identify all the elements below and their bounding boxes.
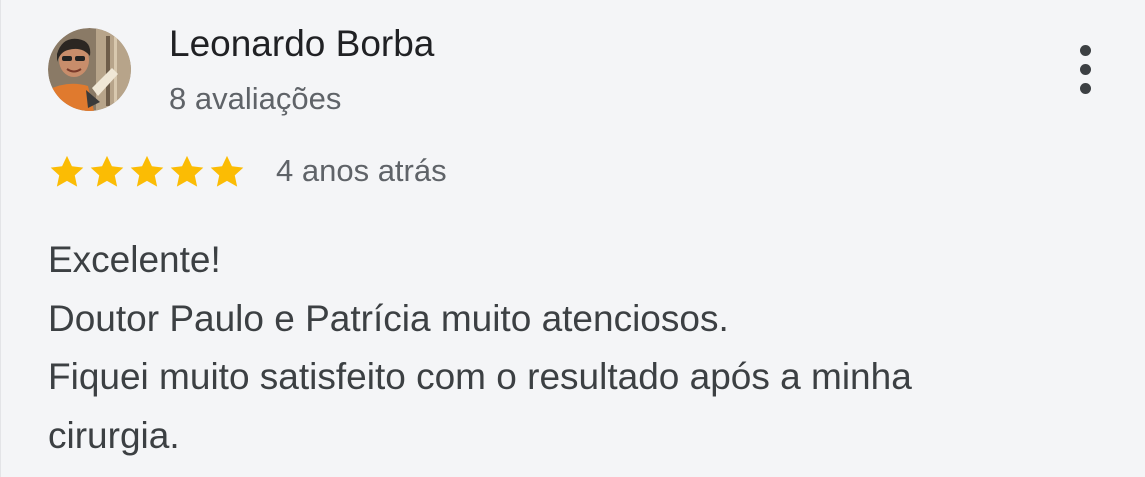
star-rating: [48, 152, 246, 192]
star-icon: [168, 153, 206, 191]
review-text-line: Excelente!: [48, 239, 221, 280]
avatar[interactable]: [48, 28, 131, 111]
review-count: 8 avaliações: [169, 81, 342, 116]
star-icon: [128, 153, 166, 191]
star-icon: [88, 153, 126, 191]
review-text-line: Fiquei muito satisfeito com o resultado …: [48, 356, 912, 397]
review-text-line: Doutor Paulo e Patrícia muito atenciosos…: [48, 297, 729, 339]
author-name[interactable]: Leonardo Borba: [169, 22, 434, 66]
review-text: Excelente! Doutor Paulo e Patrícia muito…: [48, 231, 1108, 465]
more-vert-dot: [1079, 82, 1091, 94]
profile-photo-icon: [48, 28, 131, 111]
more-options-button[interactable]: [1063, 40, 1107, 98]
more-vert-icon: [1079, 44, 1091, 56]
review-text-line: cirurgia.: [48, 414, 180, 456]
review-time: 4 anos atrás: [276, 153, 447, 188]
star-icon: [48, 153, 86, 191]
star-icon: [208, 153, 246, 191]
review-card: Leonardo Borba 8 avaliações 4 anos atrás…: [0, 0, 1145, 477]
more-vert-dot: [1079, 63, 1091, 75]
